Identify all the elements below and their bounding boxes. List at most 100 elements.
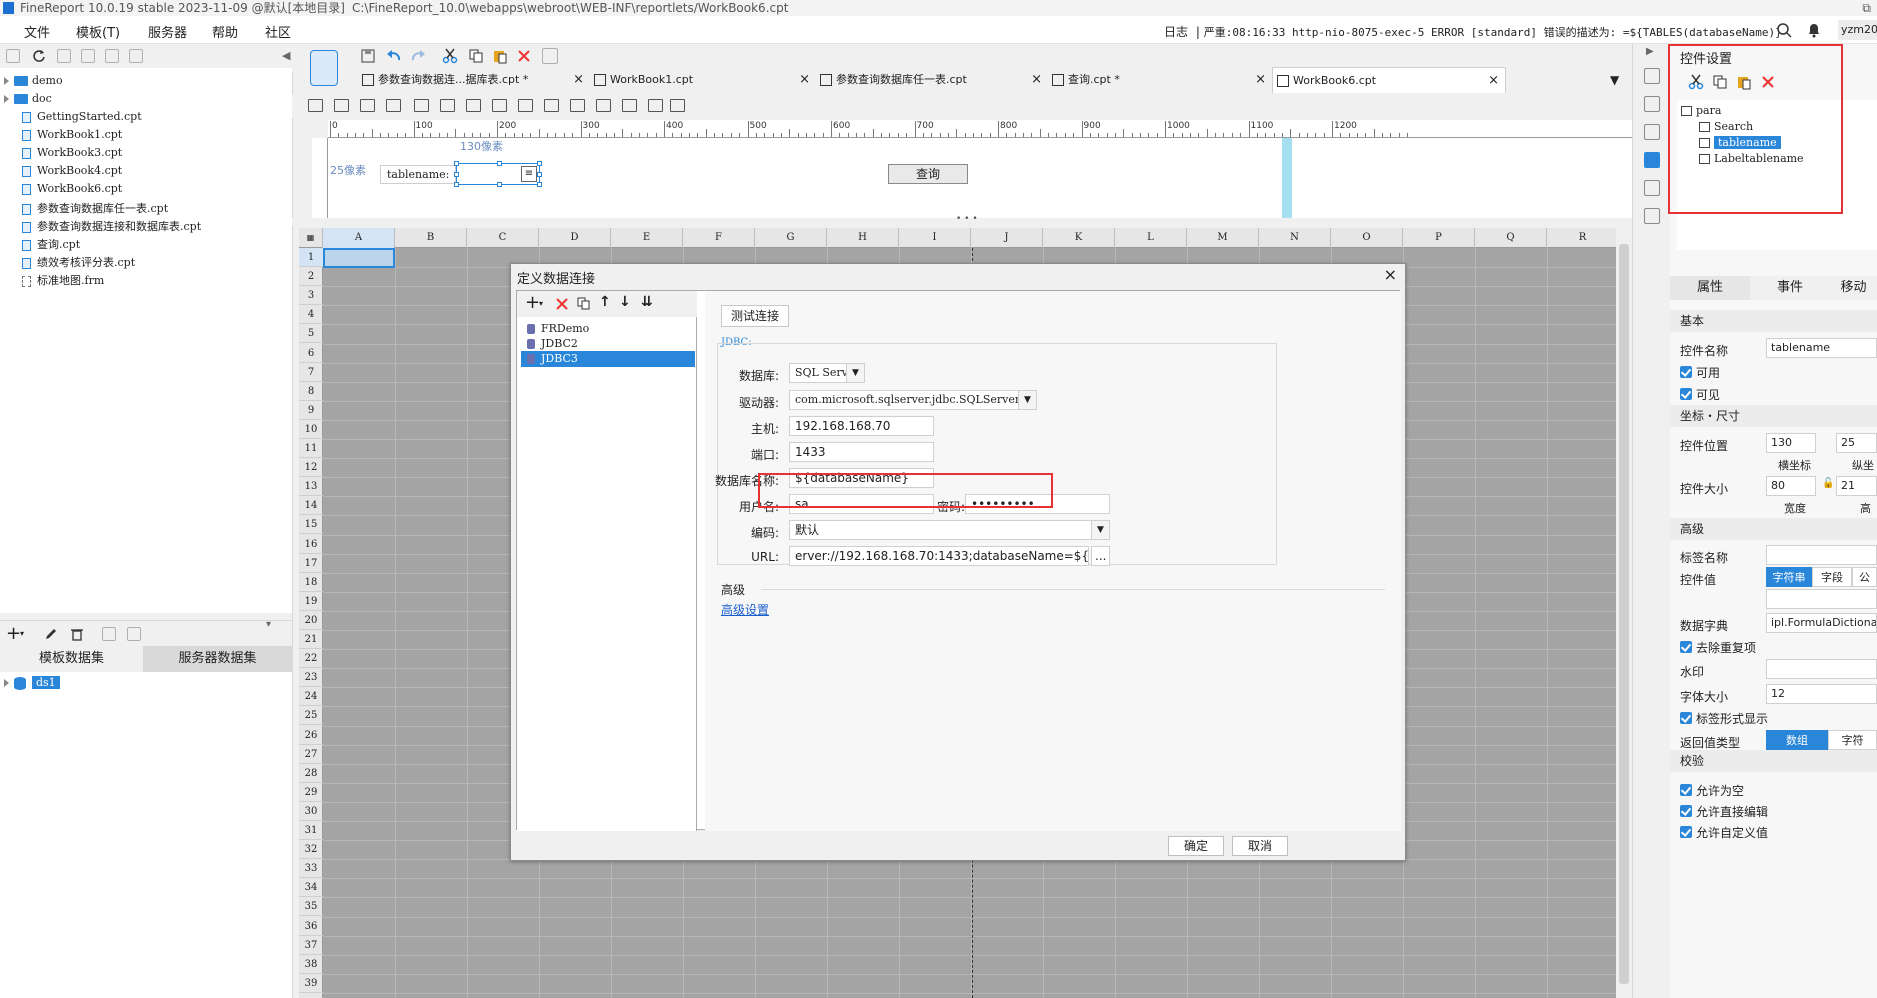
tab-list-icon[interactable]: ▼ [1610, 73, 1619, 87]
password-widget-icon[interactable] [466, 99, 481, 112]
row-header-cell[interactable]: 12 [299, 458, 323, 478]
dataset-item[interactable]: ds1 [4, 676, 60, 690]
format-painter-icon[interactable] [542, 48, 558, 64]
copy-icon[interactable] [577, 297, 591, 311]
combo-widget-icon[interactable] [570, 99, 585, 112]
tab-doc[interactable]: 参数查询数据库任一表.cpt × [816, 67, 1048, 93]
row-header-cell[interactable]: 29 [299, 783, 323, 802]
section-basic[interactable]: 基本 [1670, 310, 1877, 332]
column-header-cell[interactable]: B [395, 228, 467, 248]
collapse-panel-icon[interactable]: ◀ [282, 49, 290, 62]
tab-doc[interactable]: 查询.cpt * × [1048, 67, 1272, 93]
tab-doc[interactable]: WorkBook1.cpt × [590, 67, 816, 93]
log-status[interactable]: 日志 | 严重:08:16:33 http-nio-8075-exec-5 ER… [1164, 23, 1782, 40]
locate-icon[interactable] [57, 49, 71, 63]
row-header-cell[interactable]: 19 [299, 592, 323, 611]
chevron-down-icon[interactable]: ▾ [20, 629, 24, 638]
more-widget-icon[interactable] [670, 99, 685, 112]
close-icon[interactable]: × [1255, 67, 1266, 93]
cancel-button[interactable]: 取消 [1232, 836, 1288, 856]
move-down-icon[interactable]: ↓ [619, 294, 631, 310]
button-widget-icon[interactable] [360, 99, 375, 112]
row-header-cell[interactable]: 8 [299, 382, 323, 401]
tablename-widget[interactable]: ≡ [454, 161, 542, 187]
row-header-cell[interactable]: 20 [299, 611, 323, 630]
close-icon[interactable]: × [1384, 265, 1397, 284]
new-folder-icon[interactable] [6, 49, 20, 63]
tree-file[interactable]: 参数查询数据连接和数据库表.cpt [22, 218, 201, 234]
redo-icon[interactable] [410, 48, 426, 64]
dedupe-checkbox[interactable]: 去除重复项 [1680, 639, 1756, 656]
tree-widget-icon[interactable] [596, 99, 611, 112]
column-header-cell[interactable]: I [899, 228, 971, 248]
return-type-string[interactable]: 字符 [1828, 730, 1877, 750]
allow-empty-checkbox[interactable]: 允许为空 [1680, 782, 1744, 799]
value-type-field[interactable]: 字段 [1812, 567, 1852, 587]
vertical-scrollbar[interactable] [1616, 228, 1632, 998]
restore-window-icon[interactable]: ⧉ [1862, 0, 1871, 16]
link-icon[interactable] [1644, 208, 1660, 224]
row-header-cell[interactable]: 7 [299, 363, 323, 382]
tree-folder[interactable]: demo [4, 74, 63, 87]
left-splitter[interactable] [292, 44, 299, 998]
tab-template-dataset[interactable]: 模板数据集 [0, 646, 143, 672]
close-icon[interactable]: × [1031, 67, 1042, 93]
value-type-formula[interactable]: 公 [1852, 567, 1877, 587]
radio-widget-icon[interactable] [518, 99, 533, 112]
delete-x-icon[interactable] [516, 48, 532, 64]
menu-community[interactable]: 社区 [265, 22, 291, 41]
row-header-cell[interactable]: 31 [299, 821, 323, 840]
chevron-down-icon[interactable]: ▾ [539, 299, 543, 308]
row-header-cell[interactable]: 13 [299, 477, 323, 497]
row-header-cell[interactable]: 6 [299, 344, 323, 363]
trash-icon[interactable] [70, 627, 84, 641]
tab-doc-active[interactable]: WorkBook6.cpt × [1272, 67, 1506, 93]
column-header-cell[interactable]: G [755, 228, 827, 248]
name-input[interactable]: tablename [1766, 338, 1877, 358]
row-header-cell[interactable]: 4 [299, 305, 323, 325]
cell-attr-icon[interactable] [1644, 68, 1660, 84]
cell-style-icon[interactable] [1644, 96, 1660, 112]
close-icon[interactable]: × [799, 67, 810, 93]
close-icon[interactable]: × [573, 67, 584, 93]
text-widget-icon[interactable] [334, 99, 349, 112]
column-header-cell[interactable]: A [323, 228, 395, 248]
database-select[interactable]: SQL Server ▼ [789, 363, 865, 383]
file-widget-icon[interactable] [622, 99, 637, 112]
user-account[interactable]: yzm209 [1838, 20, 1877, 40]
value-type-string[interactable]: 字符串 [1766, 567, 1812, 587]
tree-file[interactable]: 绩效考核评分表.cpt [22, 254, 135, 270]
tree-folder[interactable]: doc [4, 92, 52, 105]
row-header-cell[interactable]: 37 [299, 936, 323, 955]
size-h-input[interactable]: 21 [1836, 476, 1877, 496]
fontsize-input[interactable]: 12 [1766, 684, 1877, 704]
pos-x-input[interactable]: 130 [1766, 433, 1816, 453]
row-header-cell[interactable]: 36 [299, 917, 323, 936]
menu-server[interactable]: 服务器 [148, 22, 187, 41]
close-icon[interactable]: × [1488, 68, 1499, 94]
row-header-cell[interactable]: 32 [299, 840, 323, 860]
row-header-cell[interactable]: 9 [299, 401, 323, 420]
tab-properties[interactable]: 属性 [1670, 276, 1750, 300]
delete-x-icon[interactable] [555, 297, 569, 311]
pos-y-input[interactable]: 25 [1836, 433, 1877, 453]
size-w-input[interactable]: 80 [1766, 476, 1816, 496]
tag-display-checkbox[interactable]: 标签形式显示 [1680, 710, 1768, 727]
tree-file[interactable]: 查询.cpt [22, 236, 80, 252]
tree-file[interactable]: 参数查询数据库任一表.cpt [22, 200, 168, 216]
row-header-cell[interactable]: 27 [299, 745, 323, 764]
ok-button[interactable]: 确定 [1168, 836, 1224, 856]
tag-name-input[interactable] [1766, 545, 1877, 565]
search-icon[interactable] [1776, 22, 1792, 38]
row-header-cell[interactable]: 22 [299, 649, 323, 669]
textarea-widget-icon[interactable] [386, 99, 401, 112]
tab-mobile[interactable]: 移动 [1830, 276, 1877, 300]
column-header-cell[interactable]: M [1187, 228, 1259, 248]
query-button[interactable]: 查询 [888, 164, 968, 184]
advanced-settings-link[interactable]: 高级设置 [721, 601, 769, 618]
encoding-select[interactable]: 默认 ▼ [789, 520, 1110, 540]
menu-template[interactable]: 模板(T) [76, 22, 120, 41]
add-icon[interactable]: + [525, 292, 540, 313]
label-widget-icon[interactable] [308, 99, 323, 112]
preview-icon[interactable] [102, 627, 116, 641]
